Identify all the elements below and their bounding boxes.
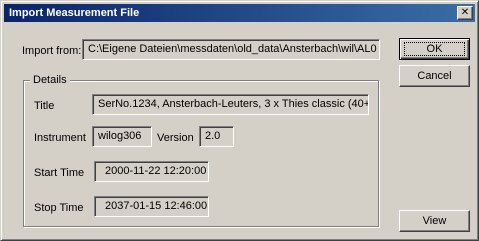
cancel-button-label: Cancel: [417, 70, 452, 82]
import-from-field: C:\Eigene Dateien\messdaten\old_data\Ans…: [82, 39, 380, 60]
version-label: Version: [157, 132, 194, 144]
title-label: Title: [34, 100, 55, 112]
title-bar[interactable]: Import Measurement File ✕: [4, 4, 475, 22]
view-button[interactable]: View: [399, 210, 470, 232]
cancel-button[interactable]: Cancel: [399, 65, 470, 87]
version-field: 2.0: [199, 126, 234, 147]
stop-time-label: Stop Time: [34, 202, 84, 214]
ok-button-label: OK: [426, 43, 443, 55]
import-measurement-dialog: Import Measurement File ✕ Import from: C…: [0, 0, 479, 241]
ok-button[interactable]: OK: [399, 38, 470, 60]
start-time-field: 2000-11-22 12:20:00: [94, 161, 209, 182]
window-title: Import Measurement File: [9, 7, 140, 19]
title-field: SerNo.1234, Ansterbach-Leuters, 3 x Thie…: [92, 94, 369, 115]
close-icon[interactable]: ✕: [457, 6, 473, 20]
stop-time-field: 2037-01-15 12:46:00: [94, 196, 209, 217]
instrument-label: Instrument: [34, 132, 86, 144]
start-time-label: Start Time: [34, 167, 85, 179]
view-button-label: View: [422, 215, 447, 227]
import-from-label: Import from:: [22, 45, 82, 57]
instrument-field: wilog306: [92, 126, 152, 147]
details-legend: Details: [30, 74, 70, 86]
